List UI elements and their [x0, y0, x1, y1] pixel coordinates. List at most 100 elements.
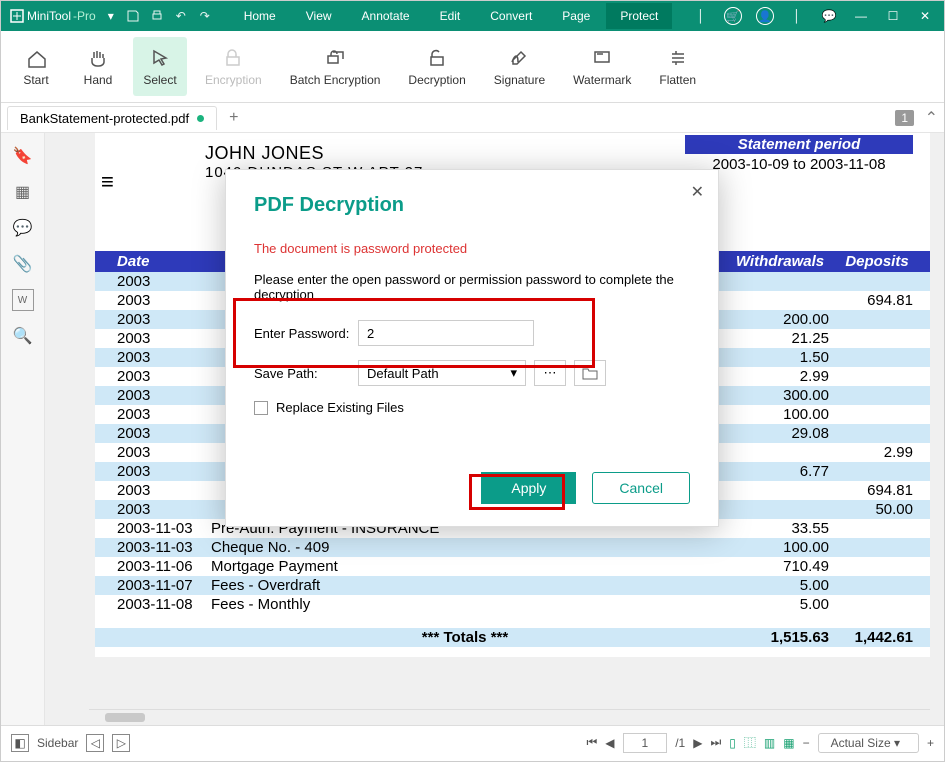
chevron-down-icon: ▾	[510, 365, 517, 381]
document-tabs: BankStatement-protected.pdf + 1 ⌃	[1, 103, 944, 133]
continuous-icon[interactable]: ⿲	[744, 734, 756, 751]
menu-view[interactable]: View	[292, 3, 346, 29]
maximize-icon[interactable]: ☐	[880, 5, 906, 27]
apply-button[interactable]: Apply	[481, 472, 576, 504]
col-date: Date	[95, 251, 205, 272]
sign-icon	[508, 47, 530, 69]
print-icon[interactable]	[148, 7, 166, 25]
ribbon-signature[interactable]: Signature	[484, 37, 555, 96]
next-layout-icon[interactable]: ▷	[112, 734, 130, 752]
close-dialog-icon[interactable]: ✕	[691, 182, 704, 202]
minimize-icon[interactable]: —	[848, 5, 874, 27]
page-badge: 1	[895, 110, 914, 126]
ribbon-select[interactable]: Select	[133, 37, 187, 96]
facing-icon[interactable]: ▥	[764, 736, 775, 750]
menu-home[interactable]: Home	[230, 3, 290, 29]
hamburger-icon: ≡	[101, 169, 114, 195]
tab-label: BankStatement-protected.pdf	[20, 111, 189, 126]
separator-icon: │	[784, 5, 810, 27]
mark-icon	[591, 47, 613, 69]
more-options-button[interactable]: ⋯	[534, 360, 566, 386]
prev-page-icon[interactable]: ◀	[605, 736, 614, 750]
search-icon[interactable]: 🔍	[12, 325, 34, 347]
lock-icon	[222, 47, 244, 69]
zoom-in-icon[interactable]: +	[927, 736, 934, 750]
menu-annotate[interactable]: Annotate	[348, 3, 424, 29]
save-path-select[interactable]: Default Path▾	[358, 360, 526, 386]
flatten-icon	[667, 47, 689, 69]
ribbon-flatten[interactable]: Flatten	[649, 37, 706, 96]
close-icon[interactable]: ✕	[912, 5, 938, 27]
next-page-icon[interactable]: ▶	[693, 736, 702, 750]
app-logo: MiniTool-Pro	[1, 8, 104, 24]
horizontal-scrollbar[interactable]	[89, 709, 930, 725]
hand-icon	[87, 47, 109, 69]
save-path-label: Save Path:	[254, 366, 350, 381]
table-row: 2003-11-03Cheque No. - 409100.00	[95, 538, 935, 557]
quick-access-toolbar: ↶ ↷	[118, 7, 220, 25]
menu-protect[interactable]: Protect	[606, 3, 672, 29]
left-sidebar: 🔖 ▦ 💬 📎 W 🔍	[1, 133, 45, 725]
vertical-scrollbar[interactable]	[930, 133, 944, 709]
zoom-select[interactable]: Actual Size ▾	[818, 733, 919, 753]
browse-folder-button[interactable]	[574, 360, 606, 386]
dropdown-icon[interactable]: ▾	[104, 9, 118, 23]
redo-icon[interactable]: ↷	[196, 7, 214, 25]
password-label: Enter Password:	[254, 326, 350, 341]
table-row: 2003-11-07Fees - Overdraft5.00	[95, 576, 935, 595]
titlebar: MiniTool-Pro ▾ ↶ ↷ HomeViewAnnotateEditC…	[1, 1, 944, 31]
menu-edit[interactable]: Edit	[426, 3, 475, 29]
first-page-icon[interactable]: ⏮	[586, 735, 597, 750]
single-page-icon[interactable]: ▯	[729, 736, 736, 750]
document-tab[interactable]: BankStatement-protected.pdf	[7, 106, 217, 130]
ribbon-decryption[interactable]: Decryption	[398, 37, 475, 96]
save-icon[interactable]	[124, 7, 142, 25]
attachment-icon[interactable]: 📎	[12, 253, 34, 275]
multilock-icon	[324, 47, 346, 69]
decryption-dialog: ✕ PDF Decryption The document is passwor…	[225, 169, 719, 527]
thumbnails-icon[interactable]: ▦	[12, 181, 34, 203]
zoom-out-icon[interactable]: −	[803, 736, 810, 750]
page-number-input[interactable]: 1	[623, 733, 668, 753]
ribbon-hand[interactable]: Hand	[71, 37, 125, 96]
password-input[interactable]	[358, 320, 534, 346]
status-bar: ◧ Sidebar ◁ ▷ ⏮ ◀ 1 /1 ▶ ⏭ ▯ ⿲ ▥ ▦ − Act…	[1, 725, 944, 759]
replace-label: Replace Existing Files	[276, 400, 404, 415]
col-deposits: Deposits	[835, 251, 935, 272]
home-icon	[25, 47, 47, 69]
main-menu: HomeViewAnnotateEditConvertPageProtect	[230, 3, 673, 29]
ribbon-start[interactable]: Start	[9, 37, 63, 96]
cart-icon[interactable]: 🛒	[720, 5, 746, 27]
last-page-icon[interactable]: ⏭	[710, 735, 721, 750]
replace-checkbox[interactable]	[254, 401, 268, 415]
user-icon[interactable]: 👤	[752, 5, 778, 27]
ribbon-watermark[interactable]: Watermark	[563, 37, 641, 96]
modified-dot-icon	[197, 115, 204, 122]
table-row: 2003-11-08Fees - Monthly5.00	[95, 595, 935, 614]
word-icon[interactable]: W	[12, 289, 34, 311]
menu-convert[interactable]: Convert	[476, 3, 546, 29]
chevron-up-icon[interactable]: ⌃	[925, 108, 938, 128]
cursor-icon	[149, 47, 171, 69]
comments-icon[interactable]: 💬	[12, 217, 34, 239]
sidebar-label: Sidebar	[37, 736, 78, 750]
dialog-title: PDF Decryption	[254, 194, 690, 217]
table-row: 2003-11-06Mortgage Payment710.49	[95, 557, 935, 576]
help-icon[interactable]: 💬	[816, 5, 842, 27]
menu-page[interactable]: Page	[548, 3, 604, 29]
dialog-warning: The document is password protected	[254, 241, 690, 256]
unlock-icon	[426, 47, 448, 69]
new-tab-button[interactable]: +	[221, 109, 246, 127]
cancel-button[interactable]: Cancel	[592, 472, 690, 504]
dialog-instruction: Please enter the open password or permis…	[254, 272, 690, 302]
bookmark-icon[interactable]: 🔖	[12, 145, 34, 167]
ribbon: StartHandSelectEncryptionBatch Encryptio…	[1, 31, 944, 103]
col-withdrawals: Withdrawals	[725, 251, 835, 272]
sidebar-toggle-icon[interactable]: ◧	[11, 734, 29, 752]
prev-layout-icon[interactable]: ◁	[86, 734, 104, 752]
continuous-facing-icon[interactable]: ▦	[783, 736, 794, 750]
statement-period: Statement period 2003-10-09 to 2003-11-0…	[685, 135, 913, 175]
undo-icon[interactable]: ↶	[172, 7, 190, 25]
ribbon-batch-encryption[interactable]: Batch Encryption	[280, 37, 391, 96]
separator-icon: │	[688, 5, 714, 27]
